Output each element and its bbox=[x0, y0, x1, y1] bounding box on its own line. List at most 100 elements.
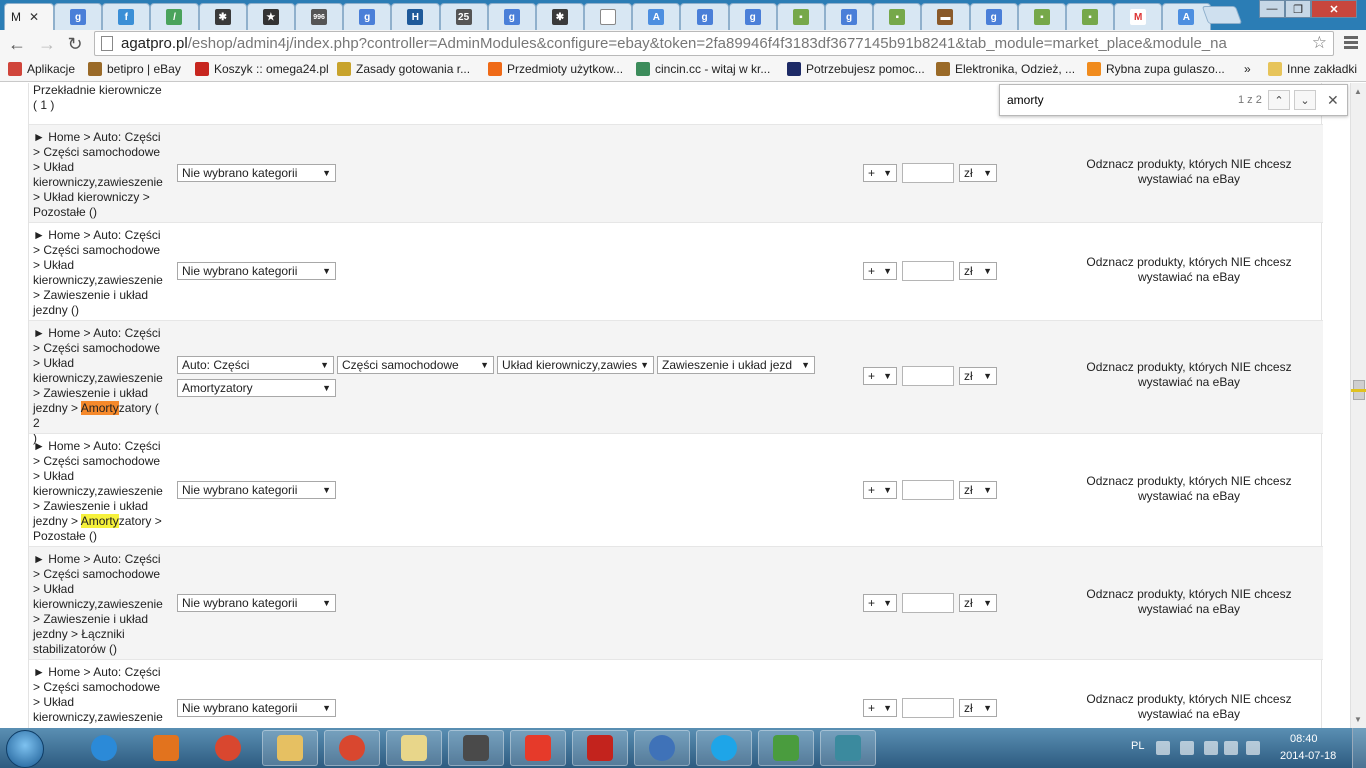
price-operator-select[interactable]: + ▼ bbox=[863, 594, 897, 612]
tab[interactable]: ▪ bbox=[776, 3, 825, 30]
tab-close-icon[interactable]: ✕ bbox=[29, 10, 39, 24]
bookmark-item[interactable]: Zasady gotowania r... bbox=[337, 62, 470, 76]
volume-muted-icon[interactable] bbox=[1224, 741, 1238, 755]
battery-icon[interactable] bbox=[1204, 741, 1218, 755]
taskbar-app-button[interactable] bbox=[138, 730, 194, 766]
taskbar-app-button[interactable] bbox=[448, 730, 504, 766]
scroll-down-icon[interactable]: ▼ bbox=[1354, 715, 1362, 724]
find-next-button[interactable]: ⌄ bbox=[1294, 90, 1316, 110]
price-impact-input[interactable] bbox=[902, 366, 954, 386]
tab[interactable]: ★ bbox=[246, 3, 295, 30]
category-select[interactable]: Części samochodowe ▼ bbox=[337, 356, 494, 374]
tab[interactable]: ▪ bbox=[1065, 3, 1115, 30]
taskbar-app-button[interactable] bbox=[510, 730, 566, 766]
tab[interactable]: 25 bbox=[439, 3, 488, 30]
tab[interactable]: A bbox=[632, 3, 681, 30]
network-icon[interactable] bbox=[1246, 741, 1260, 755]
category-select[interactable]: Amortyzatory ▼ bbox=[177, 379, 336, 397]
bookmark-item[interactable]: cincin.cc - witaj w kr... bbox=[636, 62, 770, 76]
forward-button[interactable]: → bbox=[36, 34, 58, 54]
exclude-products-link[interactable]: Odznacz produkty, których NIE chcesz wyst… bbox=[1069, 692, 1309, 722]
taskbar-app-button[interactable] bbox=[696, 730, 752, 766]
tab[interactable]: f bbox=[102, 3, 151, 30]
category-select[interactable]: Nie wybrano kategorii ▼ bbox=[177, 594, 336, 612]
bookmark-item[interactable]: Rybna zupa gulaszo... bbox=[1087, 62, 1225, 76]
start-button[interactable] bbox=[6, 730, 44, 768]
taskbar-app-button[interactable] bbox=[572, 730, 628, 766]
exclude-products-link[interactable]: Odznacz produkty, których NIE chcesz wyst… bbox=[1069, 474, 1309, 504]
category-select[interactable]: Nie wybrano kategorii ▼ bbox=[177, 481, 336, 499]
currency-select[interactable]: zł ▼ bbox=[959, 367, 997, 385]
price-operator-select[interactable]: + ▼ bbox=[863, 164, 897, 182]
currency-select[interactable]: zł ▼ bbox=[959, 262, 997, 280]
exclude-products-link[interactable]: Odznacz produkty, których NIE chcesz wyst… bbox=[1069, 360, 1309, 390]
currency-select[interactable]: zł ▼ bbox=[959, 594, 997, 612]
category-select[interactable]: Auto: Części ▼ bbox=[177, 356, 334, 374]
language-indicator[interactable]: PL bbox=[1131, 740, 1144, 752]
taskbar-app-button[interactable] bbox=[820, 730, 876, 766]
price-operator-select[interactable]: + ▼ bbox=[863, 699, 897, 717]
bookmark-item[interactable]: Potrzebujesz pomoc... bbox=[787, 62, 925, 76]
exclude-products-link[interactable]: Odznacz produkty, których NIE chcesz wyst… bbox=[1069, 157, 1309, 187]
taskbar-app-button[interactable] bbox=[262, 730, 318, 766]
price-operator-select[interactable]: + ▼ bbox=[863, 262, 897, 280]
tab[interactable]: g bbox=[969, 3, 1018, 30]
new-tab-button[interactable] bbox=[1201, 6, 1243, 24]
tab[interactable]: g bbox=[487, 3, 536, 30]
bookmark-star-icon[interactable]: ☆ bbox=[1312, 33, 1327, 53]
price-impact-input[interactable] bbox=[902, 698, 954, 718]
category-select[interactable]: Układ kierowniczy,zawies ▼ bbox=[497, 356, 654, 374]
price-impact-input[interactable] bbox=[902, 593, 954, 613]
bookmark-item[interactable]: Koszyk :: omega24.pl bbox=[195, 62, 329, 76]
tab[interactable]: ▪ bbox=[1017, 3, 1066, 30]
tab[interactable]: ✱ bbox=[198, 3, 247, 30]
tab-active[interactable]: M ✕ bbox=[4, 3, 54, 30]
taskbar-app-button[interactable] bbox=[758, 730, 814, 766]
exclude-products-link[interactable]: Odznacz produkty, których NIE chcesz wyst… bbox=[1069, 255, 1309, 285]
tab[interactable]: ▬ bbox=[921, 3, 970, 30]
tab[interactable]: ▪ bbox=[873, 3, 922, 30]
tab[interactable]: g bbox=[54, 3, 103, 30]
taskbar-app-button[interactable] bbox=[324, 730, 380, 766]
url-text[interactable]: agatpro.pl/eshop/admin4j/index.php?contr… bbox=[121, 35, 1301, 52]
back-button[interactable]: ← bbox=[6, 34, 28, 54]
bookmark-item[interactable]: Elektronika, Odzież, ... bbox=[936, 62, 1075, 76]
reload-button[interactable]: ↻ bbox=[64, 34, 86, 54]
category-select[interactable]: Zawieszenie i układ jezd ▼ bbox=[657, 356, 815, 374]
tab[interactable]: ✱ bbox=[535, 3, 585, 30]
currency-select[interactable]: zł ▼ bbox=[959, 481, 997, 499]
currency-select[interactable]: zł ▼ bbox=[959, 699, 997, 717]
scroll-up-icon[interactable]: ▲ bbox=[1354, 87, 1362, 96]
tab[interactable]: 996 bbox=[294, 3, 344, 30]
chrome-menu-icon[interactable] bbox=[1342, 34, 1360, 52]
more-bookmarks-chevron[interactable]: » bbox=[1244, 62, 1251, 76]
close-window-button[interactable]: ✕ bbox=[1311, 0, 1357, 18]
bookmark-item[interactable]: betipro | eBay bbox=[88, 62, 181, 76]
tab[interactable]: M bbox=[1114, 3, 1163, 30]
price-operator-select[interactable]: + ▼ bbox=[863, 481, 897, 499]
tab[interactable]: / bbox=[150, 3, 199, 30]
tab[interactable] bbox=[584, 3, 633, 30]
taskbar-app-button[interactable] bbox=[386, 730, 442, 766]
taskbar-app-button[interactable] bbox=[76, 730, 132, 766]
keyboard-icon[interactable] bbox=[1156, 741, 1170, 755]
tab[interactable]: g bbox=[343, 3, 392, 30]
find-previous-button[interactable]: ⌃ bbox=[1268, 90, 1290, 110]
exclude-products-link[interactable]: Odznacz produkty, których NIE chcesz wyst… bbox=[1069, 587, 1309, 617]
category-select[interactable]: Nie wybrano kategorii ▼ bbox=[177, 262, 336, 280]
find-close-button[interactable]: ✕ bbox=[1327, 92, 1339, 109]
clock-date[interactable]: 2014-07-18 bbox=[1280, 750, 1336, 762]
clock-time[interactable]: 08:40 bbox=[1290, 733, 1318, 745]
find-input[interactable]: amorty bbox=[1007, 93, 1044, 107]
show-desktop-button[interactable] bbox=[1352, 728, 1366, 768]
taskbar-app-button[interactable] bbox=[634, 730, 690, 766]
tray-arrow-icon[interactable] bbox=[1180, 741, 1194, 755]
category-select[interactable]: Nie wybrano kategorii ▼ bbox=[177, 164, 336, 182]
currency-select[interactable]: zł ▼ bbox=[959, 164, 997, 182]
tab[interactable]: H bbox=[391, 3, 440, 30]
price-operator-select[interactable]: + ▼ bbox=[863, 367, 897, 385]
taskbar-app-button[interactable] bbox=[200, 730, 256, 766]
minimize-button[interactable]: — bbox=[1259, 0, 1285, 18]
bookmark-item[interactable]: Przedmioty użytkow... bbox=[488, 62, 623, 76]
apps-bookmark[interactable]: Aplikacje bbox=[8, 62, 75, 76]
